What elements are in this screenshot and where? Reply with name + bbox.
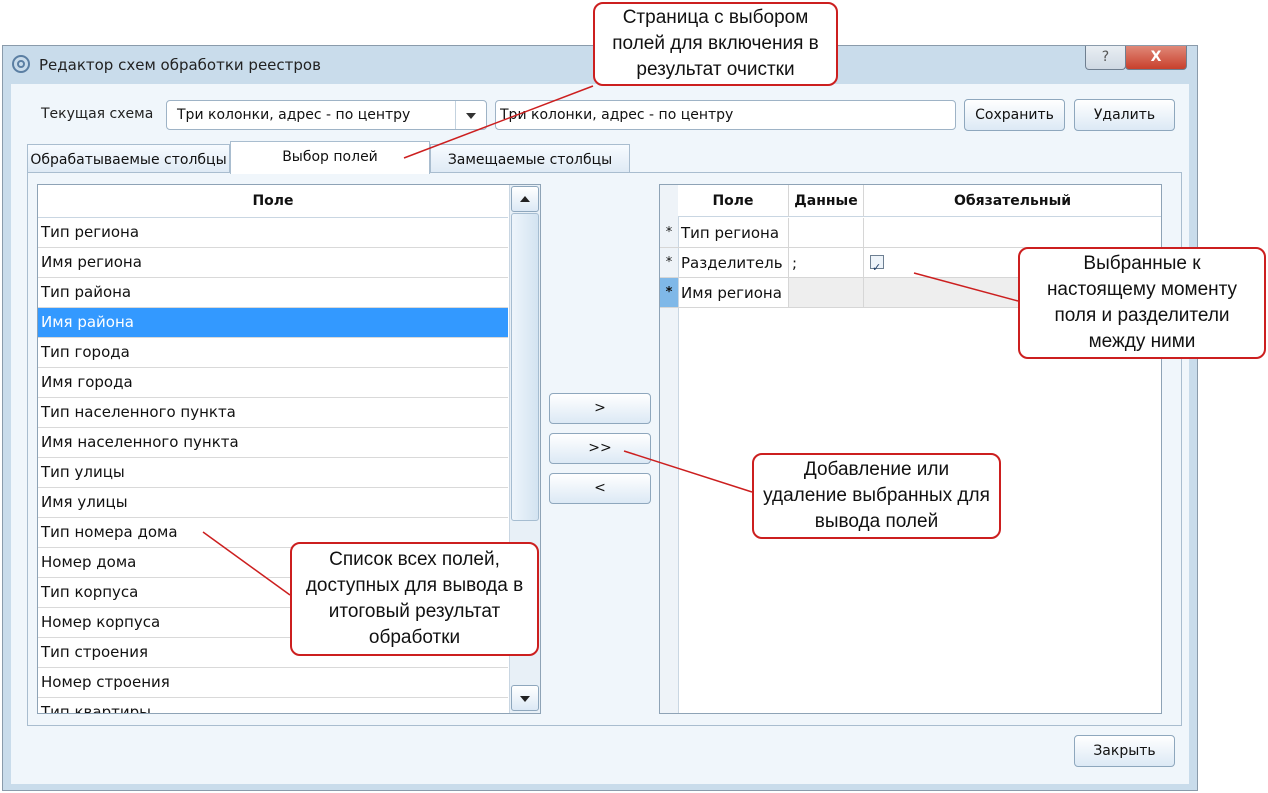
callout-tab-page: Страница с выбором полей для включения в… [593,2,838,86]
callout-leader-lines [202,85,1019,596]
leader-line-tab [403,85,594,159]
callout-all-fields: Список всех полей, доступных для вывода … [290,542,539,656]
callout-move-buttons: Добавление или удаление выбранных для вы… [752,453,1001,539]
leader-line-selected [913,272,1019,302]
leader-line-list [202,531,291,596]
leader-line-buttons [623,450,753,493]
callout-selected-fields: Выбранные к настоящему моменту поля и ра… [1018,247,1266,359]
